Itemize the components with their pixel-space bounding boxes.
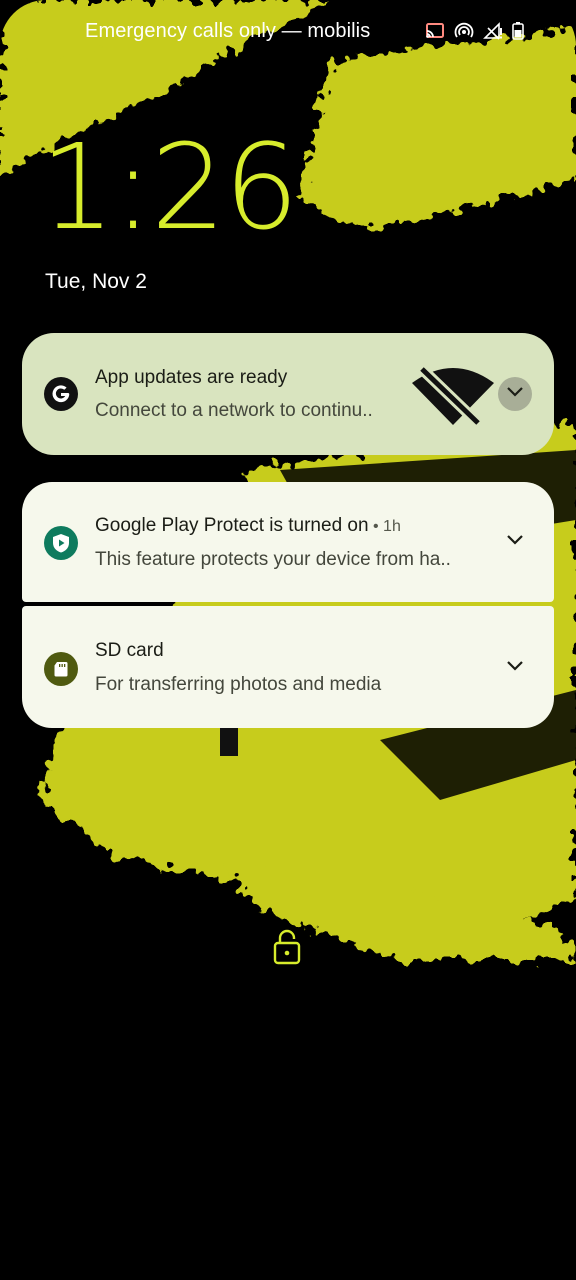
lockscreen: Emergency calls only — mobilis 1:26 Tue,… [0,0,576,1280]
notification-time: • 1h [368,518,401,535]
expand-button[interactable] [498,525,532,559]
notification-title-text: Google Play Protect is turned on [95,515,369,536]
carrier-text: Emergency calls only — mobilis [85,20,371,42]
signal-off-icon [483,22,503,40]
battery-icon [512,22,524,40]
chevron-down-icon [506,659,524,677]
expand-button[interactable] [498,377,532,411]
notification-text: Connect to a network to continu.. [95,400,373,421]
notification-title: Google Play Protect is turned on • 1h [95,515,401,537]
status-bar: Emergency calls only — mobilis [0,16,576,50]
lockscreen-date: Tue, Nov 2 [45,270,147,293]
chevron-down-icon [506,385,524,403]
notification-title: SD card [95,640,164,661]
sd-card-icon [44,652,78,686]
notification-app-updates[interactable]: App updates are ready Connect to a netwo… [22,333,554,455]
cast-icon [425,22,445,40]
play-protect-icon [44,526,78,560]
notification-title: App updates are ready [95,367,288,388]
hotspot-icon [454,22,474,40]
notification-text: This feature protects your device from h… [95,549,451,570]
expand-button[interactable] [498,651,532,685]
google-g-icon [44,377,78,411]
lock-icon[interactable] [272,928,302,971]
notification-sd-card[interactable]: SD card For transferring photos and medi… [22,606,554,728]
wifi-off-icon [408,365,498,432]
lockscreen-clock: 1:26 [40,118,299,256]
notification-play-protect[interactable]: Google Play Protect is turned on • 1h Th… [22,482,554,602]
chevron-down-icon [506,533,524,551]
status-icons [425,22,524,40]
notification-text: For transferring photos and media [95,674,382,695]
